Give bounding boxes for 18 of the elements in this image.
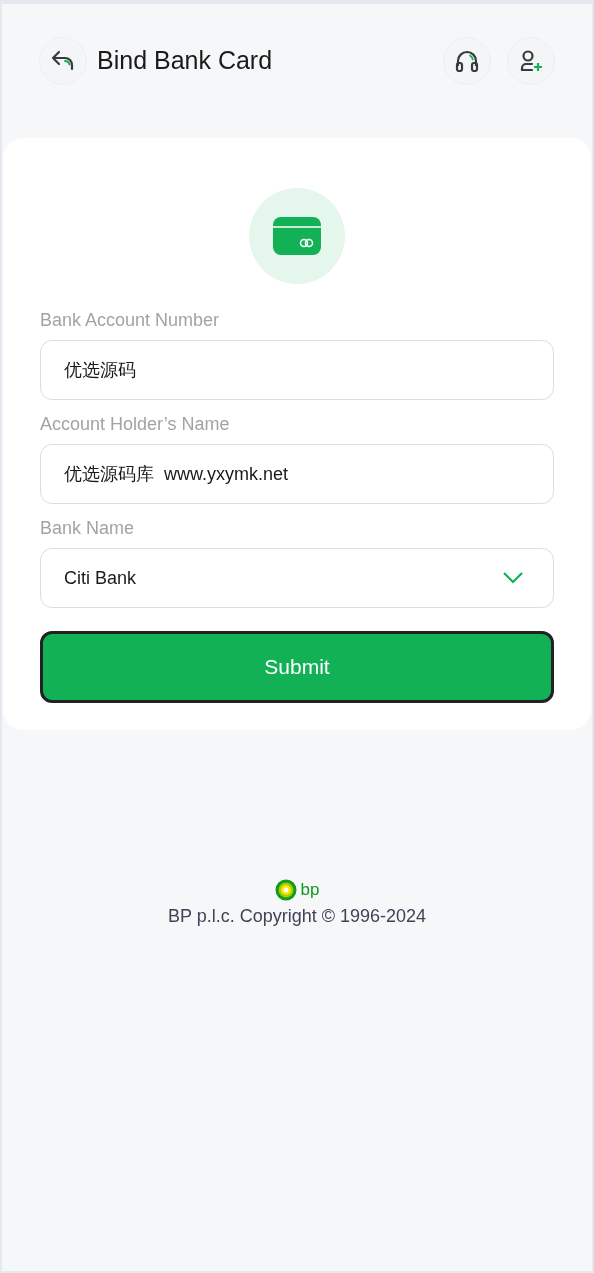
back-arrow-icon <box>50 49 76 73</box>
sunflower-logo-icon <box>274 879 297 901</box>
text-field[interactable]: 优选源码 <box>40 340 554 400</box>
add-user-button[interactable] <box>507 37 555 85</box>
copyright-text: BP p.l.c. Copyright © 1996-2024 <box>167 905 427 928</box>
support-button[interactable] <box>443 37 491 85</box>
add-user-icon <box>519 50 543 72</box>
credit-card-icon <box>272 216 322 256</box>
logo-text: bp <box>300 881 320 899</box>
page-title: Bind Bank Card <box>97 45 273 77</box>
field-label: Bank Name <box>40 517 136 540</box>
field-label: Bank Account Number <box>40 309 221 332</box>
back-button[interactable] <box>39 37 87 85</box>
headphones-icon <box>455 50 479 72</box>
chevron-down-icon <box>503 572 523 584</box>
text-field[interactable]: 优选源码库 www.yxymk.net <box>40 444 554 504</box>
select-field[interactable]: Citi Bank <box>40 548 554 608</box>
field-label: Account Holder’s Name <box>40 413 231 436</box>
